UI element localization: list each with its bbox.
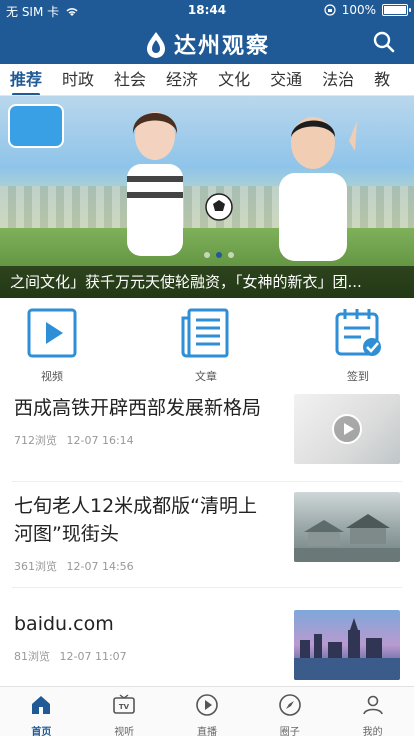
quick-action-video-label: 视频 — [41, 370, 63, 383]
home-icon — [32, 696, 51, 714]
news-thumbnail[interactable] — [294, 492, 400, 562]
brand: 达州观察 — [0, 28, 414, 60]
pager-dot[interactable] — [204, 252, 210, 258]
nav-profile[interactable]: 我的 — [331, 687, 414, 736]
nav-live[interactable]: 直播 — [166, 687, 249, 736]
video-play-icon — [27, 308, 77, 358]
news-thumbnail[interactable] — [294, 610, 400, 680]
tab-culture[interactable]: 文化 — [208, 64, 260, 95]
banner-show-logo — [8, 104, 64, 148]
svg-text:TV: TV — [119, 703, 130, 711]
news-views: 81浏览 — [14, 650, 50, 663]
news-views: 361浏览 — [14, 560, 57, 573]
tab-politics[interactable]: 时政 — [52, 64, 104, 95]
banner-person-male — [279, 117, 357, 261]
nav-live-label: 直播 — [196, 727, 217, 736]
quick-action-article-label: 文章 — [195, 370, 217, 383]
quick-action-video[interactable]: 视频 — [12, 306, 92, 384]
tab-recommend[interactable]: 推荐 — [0, 64, 52, 95]
ancient-town-painting — [294, 514, 400, 562]
news-date: 12-07 14:56 — [66, 560, 134, 573]
search-icon[interactable] — [372, 30, 396, 54]
nav-profile-label: 我的 — [362, 727, 383, 736]
news-thumbnail[interactable] — [294, 394, 400, 464]
news-title[interactable]: baidu.com — [14, 610, 276, 638]
featured-banner[interactable]: 之间文化」获千万元天使轮融资，「女神的新衣」团... — [0, 96, 414, 298]
status-right: 100% — [324, 3, 411, 17]
nav-circle-label: 圈子 — [279, 727, 300, 736]
bottom-nav: 首页 TV 视听 直播 圈子 我的 — [0, 686, 414, 736]
quick-action-article[interactable]: 文章 — [166, 306, 246, 384]
calendar-check-icon — [335, 309, 381, 356]
news-meta: 361浏览 12-07 14:56 — [14, 558, 134, 574]
divider — [12, 587, 402, 588]
news-date: 12-07 11:07 — [59, 650, 127, 663]
quick-actions: 视频 文章 签到 — [0, 306, 414, 383]
quick-action-checkin-label: 签到 — [347, 370, 369, 383]
news-title[interactable]: 西成高铁开辟西部发展新格局 — [14, 394, 276, 422]
status-bar: 无 SIM 卡 18:44 100% — [0, 0, 414, 20]
tab-education[interactable]: 教 — [364, 64, 400, 95]
app-logo-icon — [146, 32, 165, 58]
top-bar: 无 SIM 卡 18:44 100% 达州观察 — [0, 0, 414, 64]
divider — [12, 481, 402, 482]
banner-caption[interactable]: 之间文化」获千万元天使轮融资，「女神的新衣」团... — [0, 266, 414, 298]
nav-media[interactable]: TV 视听 — [83, 687, 166, 736]
nav-home-label: 首页 — [31, 727, 52, 736]
orientation-lock-icon — [324, 4, 336, 16]
news-item[interactable]: 七旬老人12米成都版“清明上河图”现街头 361浏览 12-07 14:56 — [0, 484, 414, 588]
banner-pager — [204, 252, 234, 258]
tv-icon: TV — [113, 694, 135, 714]
app-title: 达州观察 — [173, 34, 270, 59]
news-title[interactable]: 七旬老人12米成都版“清明上河图”现街头 — [14, 492, 276, 548]
tab-law[interactable]: 法治 — [312, 64, 364, 95]
city-skyline-photo — [294, 618, 400, 680]
nav-media-label: 视听 — [114, 727, 135, 736]
news-date: 12-07 16:14 — [66, 434, 134, 447]
news-views: 712浏览 — [14, 434, 57, 447]
nav-circle[interactable]: 圈子 — [248, 687, 331, 736]
battery-icon — [382, 4, 411, 16]
quick-action-checkin[interactable]: 签到 — [318, 306, 398, 384]
battery-percent: 100% — [341, 3, 376, 17]
tab-economy[interactable]: 经济 — [156, 64, 208, 95]
news-meta: 712浏览 12-07 16:14 — [14, 432, 134, 448]
user-icon — [362, 695, 383, 715]
live-play-icon — [196, 694, 218, 716]
pager-dot[interactable] — [228, 252, 234, 258]
app-header: 达州观察 — [0, 22, 414, 62]
category-tabs: 推荐 时政 社会 经济 文化 交通 法治 教 — [0, 64, 414, 96]
news-item[interactable]: baidu.com 81浏览 12-07 11:07 — [0, 592, 414, 688]
video-play-overlay-icon — [332, 414, 362, 444]
nav-home[interactable]: 首页 — [0, 687, 83, 736]
news-item[interactable]: 西成高铁开辟西部发展新格局 712浏览 12-07 16:14 — [0, 386, 414, 482]
tab-society[interactable]: 社会 — [104, 64, 156, 95]
banner-person-female — [127, 112, 183, 256]
compass-icon — [278, 694, 301, 716]
pager-dot-active[interactable] — [216, 252, 222, 258]
article-icon — [181, 308, 229, 358]
tab-traffic[interactable]: 交通 — [260, 64, 312, 95]
news-meta: 81浏览 12-07 11:07 — [14, 648, 127, 664]
banner-football-icon — [205, 193, 233, 221]
